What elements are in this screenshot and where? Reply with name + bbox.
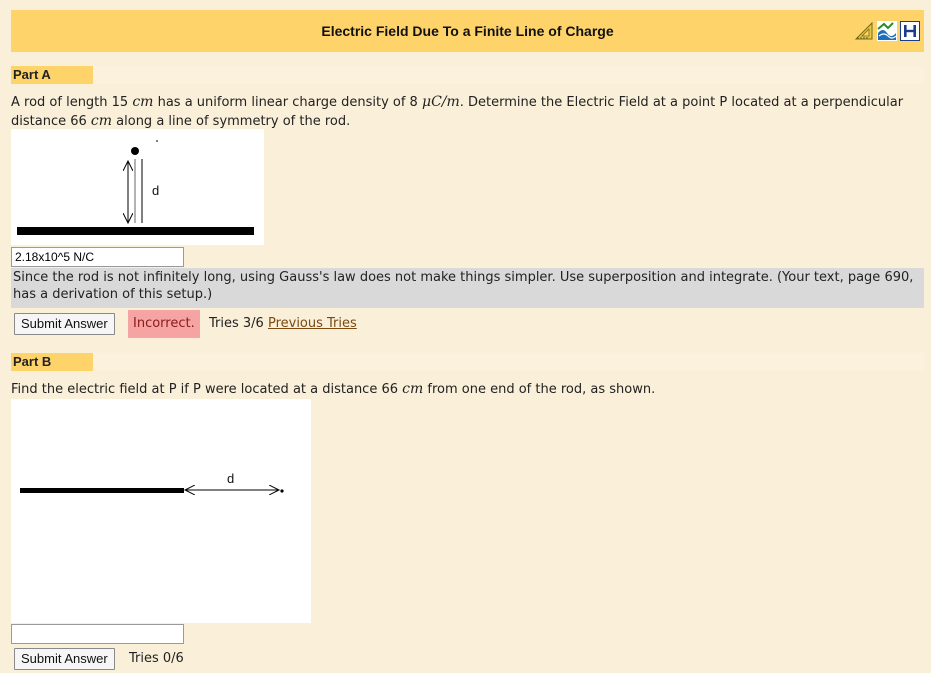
- part-b-label: Part B: [11, 353, 93, 371]
- part-b-tries: Tries 0/6: [129, 651, 184, 666]
- unit-charge-density: μC/m: [421, 94, 460, 110]
- question-text: A rod of length 15: [11, 95, 133, 110]
- problem-header: Electric Field Due To a Finite Line of C…: [11, 10, 924, 52]
- point-p: [131, 147, 139, 155]
- part-b-band: [11, 353, 924, 371]
- ruler-triangle-icon[interactable]: [854, 21, 874, 41]
- hint-h-icon[interactable]: [900, 21, 920, 41]
- question-text: has a uniform linear charge density of 8: [153, 95, 422, 110]
- part-b-figure: d: [11, 399, 311, 623]
- charged-rod: [20, 488, 184, 493]
- part-a-label: Part A: [11, 66, 93, 84]
- stray-dot: [156, 140, 158, 142]
- point-p: [280, 489, 284, 493]
- part-a-band: [11, 66, 924, 84]
- part-a-figure: d: [11, 129, 264, 245]
- part-a-tries: Tries 3/6 Previous Tries: [209, 315, 357, 333]
- previous-tries-link[interactable]: Previous Tries: [268, 316, 357, 331]
- part-a-submit-button[interactable]: Submit Answer: [14, 313, 115, 335]
- part-a-answer-input[interactable]: [11, 247, 184, 267]
- tries-count: Tries 3/6: [209, 316, 264, 331]
- part-b-answer-input[interactable]: [11, 624, 184, 644]
- part-b-question: Find the electric field at P if P were l…: [11, 380, 911, 399]
- distance-label: d: [152, 183, 159, 198]
- charged-rod: [17, 227, 254, 235]
- question-text: from one end of the rod, as shown.: [423, 382, 656, 397]
- part-a-question: A rod of length 15 cm has a uniform line…: [11, 93, 911, 131]
- unit-cm: cm: [90, 113, 113, 129]
- part-b-submit-button[interactable]: Submit Answer: [14, 648, 115, 670]
- header-icons: [854, 21, 920, 41]
- problem-title: Electric Field Due To a Finite Line of C…: [321, 23, 614, 39]
- feedback-icon[interactable]: [877, 21, 897, 41]
- question-text: along a line of symmetry of the rod.: [112, 114, 351, 129]
- part-a-status-badge: Incorrect.: [128, 310, 200, 338]
- question-text: Find the electric field at P if P were l…: [11, 382, 403, 397]
- part-a-hint: Since the rod is not infinitely long, us…: [11, 268, 924, 308]
- unit-cm: cm: [402, 381, 424, 397]
- distance-label: d: [227, 471, 234, 486]
- unit-cm: cm: [132, 94, 154, 110]
